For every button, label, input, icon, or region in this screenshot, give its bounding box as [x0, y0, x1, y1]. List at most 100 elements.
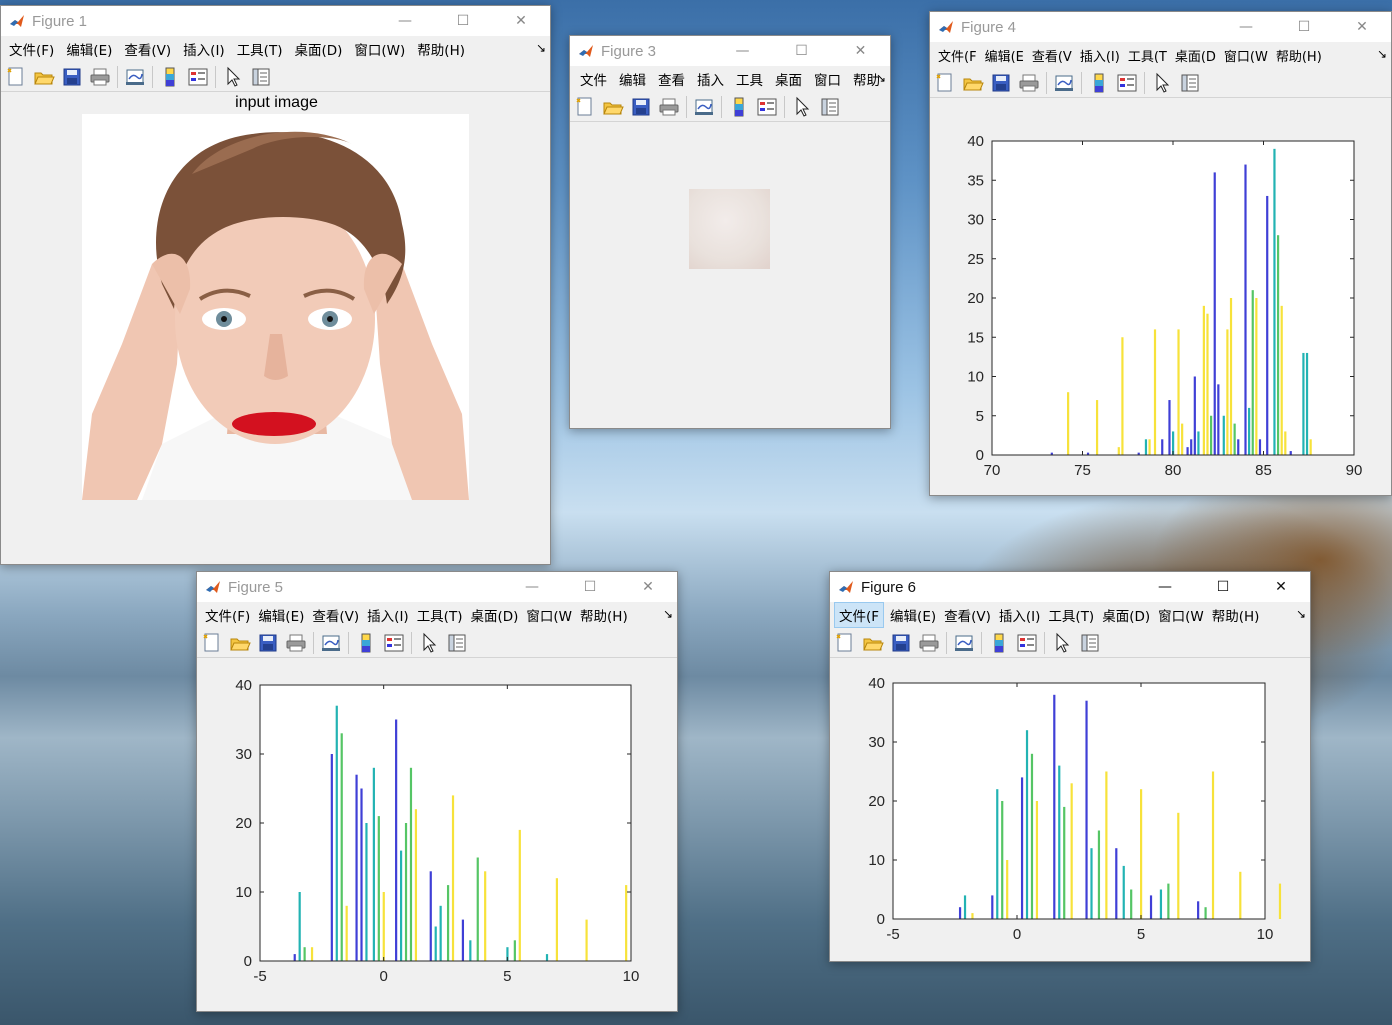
save-icon[interactable] — [990, 72, 1012, 94]
menu-overflow-icon[interactable]: ↘ — [1377, 47, 1387, 61]
legend-icon[interactable] — [1016, 632, 1038, 654]
title-bar[interactable]: Figure 4 — ☐ ✕ — [930, 12, 1391, 42]
colorbar-icon[interactable] — [355, 632, 377, 654]
menu-help[interactable]: 帮助(H) — [1208, 603, 1264, 627]
new-figure-icon[interactable] — [574, 96, 596, 118]
figure-6-window[interactable]: Figure 6 — ☐ ✕ 文件(F 编辑(E) 查看(V) 插入(I) 工具… — [829, 571, 1311, 962]
menu-tools[interactable]: 工具(T — [1124, 44, 1171, 67]
save-icon[interactable] — [257, 632, 279, 654]
minimize-button[interactable]: — — [1217, 12, 1275, 42]
open-file-icon[interactable] — [33, 66, 55, 88]
menu-help[interactable]: 帮助(H) — [413, 37, 469, 61]
menu-view[interactable]: 查看 — [654, 67, 689, 91]
save-icon[interactable] — [890, 632, 912, 654]
menu-tools[interactable]: 工具(T) — [233, 37, 287, 61]
menu-window[interactable]: 窗口 — [810, 67, 845, 91]
title-bar[interactable]: Figure 5 — ☐ ✕ — [197, 572, 677, 602]
menu-desktop[interactable]: 桌面(D) — [290, 37, 346, 61]
print-icon[interactable] — [918, 632, 940, 654]
figure-3-window[interactable]: Figure 3 — ☐ ✕ 文件 编辑 查看 插入 工具 桌面 窗口 帮助 ↘ — [569, 35, 891, 429]
menu-insert[interactable]: 插入(I) — [995, 603, 1045, 627]
open-file-icon[interactable] — [862, 632, 884, 654]
colorbar-icon[interactable] — [159, 66, 181, 88]
figure-4-window[interactable]: Figure 4 — ☐ ✕ 文件(F 编辑(E 查看(V 插入(I) 工具(T… — [929, 11, 1392, 496]
print-icon[interactable] — [658, 96, 680, 118]
menu-overflow-icon[interactable]: ↘ — [876, 71, 886, 85]
maximize-button[interactable]: ☐ — [561, 572, 619, 602]
close-button[interactable]: ✕ — [1252, 572, 1310, 602]
link-plot-icon[interactable] — [953, 632, 975, 654]
colorbar-icon[interactable] — [1088, 72, 1110, 94]
menu-edit[interactable]: 编辑 — [615, 67, 650, 91]
menu-window[interactable]: 窗口(W — [1154, 603, 1208, 627]
menu-help[interactable]: 帮助(H) — [1272, 44, 1326, 67]
title-bar[interactable]: Figure 1 — ☐ ✕ — [1, 6, 550, 36]
minimize-button[interactable]: — — [1136, 572, 1194, 602]
menu-tools[interactable]: 工具 — [732, 67, 767, 91]
menu-desktop[interactable]: 桌面 — [771, 67, 806, 91]
title-bar[interactable]: Figure 3 — ☐ ✕ — [570, 36, 890, 66]
legend-icon[interactable] — [187, 66, 209, 88]
menu-overflow-icon[interactable]: ↘ — [536, 41, 546, 55]
close-button[interactable]: ✕ — [492, 6, 550, 36]
print-icon[interactable] — [1018, 72, 1040, 94]
save-icon[interactable] — [61, 66, 83, 88]
new-figure-icon[interactable] — [5, 66, 27, 88]
maximize-button[interactable]: ☐ — [1194, 572, 1252, 602]
maximize-button[interactable]: ☐ — [772, 36, 831, 66]
pointer-icon[interactable] — [1051, 632, 1073, 654]
legend-icon[interactable] — [383, 632, 405, 654]
link-plot-icon[interactable] — [320, 632, 342, 654]
figure-5-window[interactable]: Figure 5 — ☐ ✕ 文件(F) 编辑(E) 查看(V) 插入(I) 工… — [196, 571, 678, 1012]
menu-file[interactable]: 文件(F) — [5, 37, 58, 61]
plot-tools-icon[interactable] — [1179, 72, 1201, 94]
maximize-button[interactable]: ☐ — [434, 6, 492, 36]
menu-tools[interactable]: 工具(T) — [413, 603, 467, 627]
pointer-icon[interactable] — [222, 66, 244, 88]
menu-insert[interactable]: 插入(I) — [1076, 44, 1124, 67]
menu-insert[interactable]: 插入 — [693, 67, 728, 91]
menu-overflow-icon[interactable]: ↘ — [1296, 607, 1306, 621]
pointer-icon[interactable] — [1151, 72, 1173, 94]
menu-view[interactable]: 查看(V — [1028, 44, 1076, 67]
menu-window[interactable]: 窗口(W — [522, 603, 576, 627]
pointer-icon[interactable] — [418, 632, 440, 654]
menu-edit[interactable]: 编辑(E) — [62, 37, 116, 61]
menu-file[interactable]: 文件(F — [934, 44, 981, 67]
open-file-icon[interactable] — [602, 96, 624, 118]
menu-desktop[interactable]: 桌面(D) — [466, 603, 522, 627]
menu-help[interactable]: 帮助(H) — [576, 603, 632, 627]
legend-icon[interactable] — [1116, 72, 1138, 94]
menu-window[interactable]: 窗口(W) — [350, 37, 409, 61]
colorbar-icon[interactable] — [728, 96, 750, 118]
new-figure-icon[interactable] — [834, 632, 856, 654]
plot-tools-icon[interactable] — [446, 632, 468, 654]
menu-view[interactable]: 查看(V) — [308, 603, 363, 627]
minimize-button[interactable]: — — [503, 572, 561, 602]
menu-edit[interactable]: 编辑(E) — [886, 603, 940, 627]
close-button[interactable]: ✕ — [831, 36, 890, 66]
menu-overflow-icon[interactable]: ↘ — [663, 607, 673, 621]
menu-edit[interactable]: 编辑(E) — [254, 603, 308, 627]
menu-insert[interactable]: 插入(I) — [179, 37, 229, 61]
new-figure-icon[interactable] — [934, 72, 956, 94]
title-bar[interactable]: Figure 6 — ☐ ✕ — [830, 572, 1310, 602]
menu-file[interactable]: 文件(F) — [201, 603, 254, 627]
minimize-button[interactable]: — — [713, 36, 772, 66]
figure-1-window[interactable]: Figure 1 — ☐ ✕ 文件(F) 编辑(E) 查看(V) 插入(I) 工… — [0, 5, 551, 565]
open-file-icon[interactable] — [229, 632, 251, 654]
link-plot-icon[interactable] — [1053, 72, 1075, 94]
menu-file[interactable]: 文件(F — [834, 602, 885, 628]
plot-tools-icon[interactable] — [1079, 632, 1101, 654]
minimize-button[interactable]: — — [376, 6, 434, 36]
open-file-icon[interactable] — [962, 72, 984, 94]
legend-icon[interactable] — [756, 96, 778, 118]
print-icon[interactable] — [89, 66, 111, 88]
link-plot-icon[interactable] — [693, 96, 715, 118]
colorbar-icon[interactable] — [988, 632, 1010, 654]
print-icon[interactable] — [285, 632, 307, 654]
new-figure-icon[interactable] — [201, 632, 223, 654]
menu-desktop[interactable]: 桌面(D — [1171, 44, 1220, 67]
link-plot-icon[interactable] — [124, 66, 146, 88]
pointer-icon[interactable] — [791, 96, 813, 118]
